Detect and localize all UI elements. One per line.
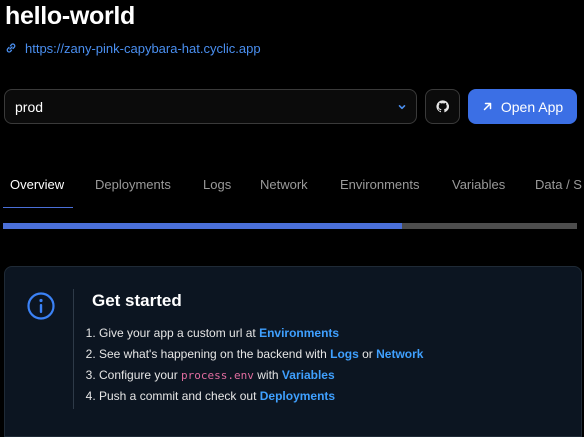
tab-logs[interactable]: Logs: [203, 177, 231, 192]
tab-data[interactable]: Data / S: [535, 177, 582, 192]
get-started-steps: Give your app a custom url at Environmen…: [79, 323, 423, 407]
network-link[interactable]: Network: [376, 347, 423, 361]
link-icon: [6, 43, 16, 53]
step-text: with: [253, 368, 282, 382]
list-item: Push a commit and check out Deployments: [99, 386, 423, 407]
process-env-code: process.env: [181, 369, 254, 382]
environments-link[interactable]: Environments: [259, 326, 339, 340]
deployments-link[interactable]: Deployments: [260, 389, 335, 403]
environment-select-value: prod: [15, 98, 44, 115]
info-icon: [27, 292, 55, 320]
active-tab-indicator: [3, 207, 73, 208]
tab-variables[interactable]: Variables: [452, 177, 505, 192]
list-item: Give your app a custom url at Environmen…: [99, 323, 423, 344]
card-divider: [73, 289, 74, 409]
open-app-button[interactable]: Open App: [468, 89, 577, 124]
step-text: or: [358, 347, 377, 361]
progress-bar: [3, 223, 577, 229]
chevron-down-icon: [398, 104, 406, 109]
step-text: Configure your: [99, 368, 182, 382]
step-text: Give your app a custom url at: [99, 326, 260, 340]
tab-overview[interactable]: Overview: [10, 177, 64, 192]
github-icon: [436, 100, 449, 113]
variables-link[interactable]: Variables: [282, 368, 335, 382]
arrow-up-right-icon: [483, 102, 492, 111]
tab-environments[interactable]: Environments: [340, 177, 419, 192]
step-text: Push a commit and check out: [99, 389, 260, 403]
app-url-row: https://zany-pink-capybara-hat.cyclic.ap…: [5, 40, 261, 56]
tab-bar: Overview Deployments Logs Network Enviro…: [0, 160, 584, 208]
tab-network[interactable]: Network: [260, 177, 308, 192]
app-title: hello-world: [5, 2, 136, 30]
environment-select[interactable]: prod: [4, 89, 417, 124]
tab-deployments[interactable]: Deployments: [95, 177, 171, 192]
app-url-link[interactable]: https://zany-pink-capybara-hat.cyclic.ap…: [25, 41, 261, 56]
progress-bar-fill: [3, 223, 402, 229]
github-button[interactable]: [425, 89, 460, 124]
list-item: Configure your process.env with Variable…: [99, 365, 423, 386]
logs-link[interactable]: Logs: [330, 347, 359, 361]
open-app-label: Open App: [500, 98, 564, 115]
step-text: See what's happening on the backend with: [99, 347, 331, 361]
list-item: See what's happening on the backend with…: [99, 344, 423, 365]
get-started-card: Get started Give your app a custom url a…: [4, 266, 582, 437]
get-started-heading: Get started: [92, 291, 182, 310]
